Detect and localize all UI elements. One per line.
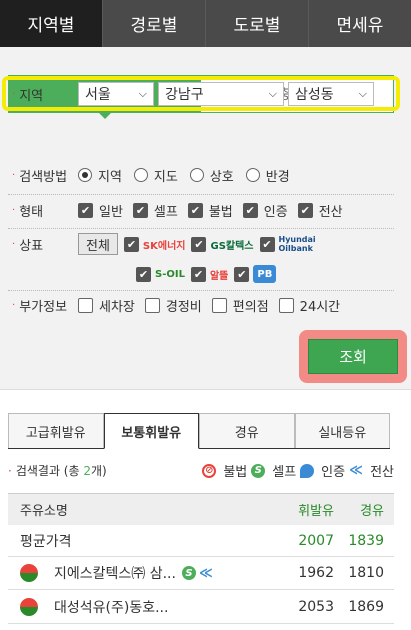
type-row: · 형태 ✔ 일반 ✔ 셀프 ✔ 불법 ✔ 인증 ✔ 전산 <box>0 198 411 222</box>
checkbox-soil[interactable]: ✔ <box>136 266 151 282</box>
tab-road[interactable]: 도로별 <box>206 0 309 47</box>
radio-region[interactable]: 지역 <box>78 166 122 185</box>
checkbox-maintenance[interactable]: 경정비 <box>144 296 202 315</box>
checkbox-gs[interactable]: ✔ <box>191 236 207 252</box>
region-row: · 지역 서울 ⌵ 강남구 ⌵ 삼성동 ⌵ <box>0 82 411 106</box>
result-count-text: 검색결과 (총 2개) <box>15 464 107 478</box>
radio-map[interactable]: 지도 <box>133 166 178 185</box>
certified-drop-icon <box>300 463 315 478</box>
tab-route[interactable]: 경로별 <box>103 0 206 47</box>
region-label: · 지역 <box>12 88 44 104</box>
checkbox-alddeul[interactable]: ✔ <box>190 266 206 282</box>
radio-radius[interactable]: 반경 <box>245 166 290 185</box>
checkbox-convenience[interactable]: 편의점 <box>211 296 269 315</box>
checkbox-self[interactable]: ✔ 셀프 <box>132 201 178 220</box>
radio-name[interactable]: 상호 <box>189 166 234 185</box>
checkbox-computerized[interactable]: ✔ 전산 <box>297 201 343 220</box>
checkbox-certified[interactable]: ✔ 인증 <box>242 201 288 220</box>
city-select[interactable]: 서울 ⌵ <box>78 82 154 106</box>
computerized-icon: ≪ <box>349 463 364 478</box>
chevron-down-icon: ⌵ <box>358 87 367 100</box>
legend: ⊘ 불법 S 셀프 인증 ≪ 전산 <box>198 461 394 480</box>
average-row: 평균가격 2007 1839 <box>8 525 394 557</box>
fuel-tab-bar: 고급휘발유 보통휘발유 경유 실내등유 <box>8 413 390 449</box>
top-tab-bar: 지역별 경로별 도로별 면세유 <box>0 0 411 47</box>
self-icon: S <box>181 566 196 580</box>
checkbox-carwash[interactable]: 세차장 <box>78 296 135 315</box>
tab-premium-gasoline[interactable]: 고급휘발유 <box>8 413 104 448</box>
s-oil-logo: S-OIL <box>155 268 185 280</box>
illegal-icon: ⊘ <box>202 463 217 478</box>
search-method-label: · 검색방법 <box>12 169 68 185</box>
checkbox-illegal[interactable]: ✔ 불법 <box>187 201 233 220</box>
gs-caltex-logo-icon <box>20 564 38 582</box>
checkbox-pb[interactable]: ✔ <box>234 266 250 282</box>
pb-logo: PB <box>253 265 277 283</box>
search-method-row: · 검색방법 지역 지도 상호 반경 <box>0 163 411 187</box>
checkbox-sk[interactable]: ✔ <box>123 236 139 252</box>
result-summary: · 검색결과 (총 2개) ⊘ 불법 S 셀프 인증 ≪ 전산 <box>8 461 394 480</box>
tab-region[interactable]: 지역별 <box>0 0 103 47</box>
gs-caltex-logo: GS칼텍스 <box>210 240 254 252</box>
chevron-down-icon: ⌵ <box>268 87 277 100</box>
brand-all-button[interactable]: 전체 <box>78 233 118 255</box>
divider <box>8 194 394 195</box>
brand-label: · 상표 <box>12 238 44 254</box>
brand-row: · 상표 전체 ✔ SK에너지 ✔ GS칼텍스 ✔ Hyundai Oilbank <box>0 232 411 256</box>
extra-info-label: · 부가정보 <box>12 299 68 315</box>
tab-kerosene[interactable]: 실내등유 <box>294 413 390 448</box>
tab-taxfree[interactable]: 면세유 <box>309 0 411 47</box>
self-icon: S <box>251 463 266 478</box>
gs-caltex-logo-icon <box>20 597 38 616</box>
computerized-icon: ≪ <box>198 565 213 581</box>
divider <box>8 228 394 229</box>
brand-row-2: ✔ S-OIL ✔ 알뜰 ✔ PB <box>0 262 411 286</box>
district-select[interactable]: 강남구 ⌵ <box>158 82 284 106</box>
alddeul-logo: 알뜰 <box>209 270 229 282</box>
divider <box>8 290 394 291</box>
checkbox-24h[interactable]: 24시간 <box>278 296 340 315</box>
table-row[interactable]: 지에스칼텍스㈜ 삼... S ≪ 1962 1810 <box>8 557 394 590</box>
hyundai-oilbank-logo: Hyundai Oilbank <box>278 235 316 253</box>
sk-energy-logo: SK에너지 <box>142 240 186 252</box>
station-name[interactable]: 대성석유(주)동호... <box>54 597 168 617</box>
station-name[interactable]: 지에스칼텍스㈜ 삼... <box>54 563 176 583</box>
dong-select[interactable]: 삼성동 ⌵ <box>288 82 374 106</box>
chevron-down-icon: ⌵ <box>138 87 147 100</box>
checkbox-general[interactable]: ✔ 일반 <box>78 201 123 220</box>
table-header: 주유소명 휘발유 경유 <box>8 493 394 525</box>
extra-info-row: · 부가정보 세차장 경정비 편의점 24시간 <box>0 293 411 317</box>
query-highlight-box: 조회 <box>299 330 407 383</box>
query-button[interactable]: 조회 <box>308 339 398 374</box>
tab-diesel[interactable]: 경유 <box>199 413 295 448</box>
tab-regular-gasoline[interactable]: 보통휘발유 <box>103 413 199 449</box>
type-label: · 형태 <box>12 204 44 220</box>
checkbox-hyundai[interactable]: ✔ <box>259 236 275 252</box>
table-row[interactable]: 대성석유(주)동호... 2053 1869 <box>8 590 394 624</box>
